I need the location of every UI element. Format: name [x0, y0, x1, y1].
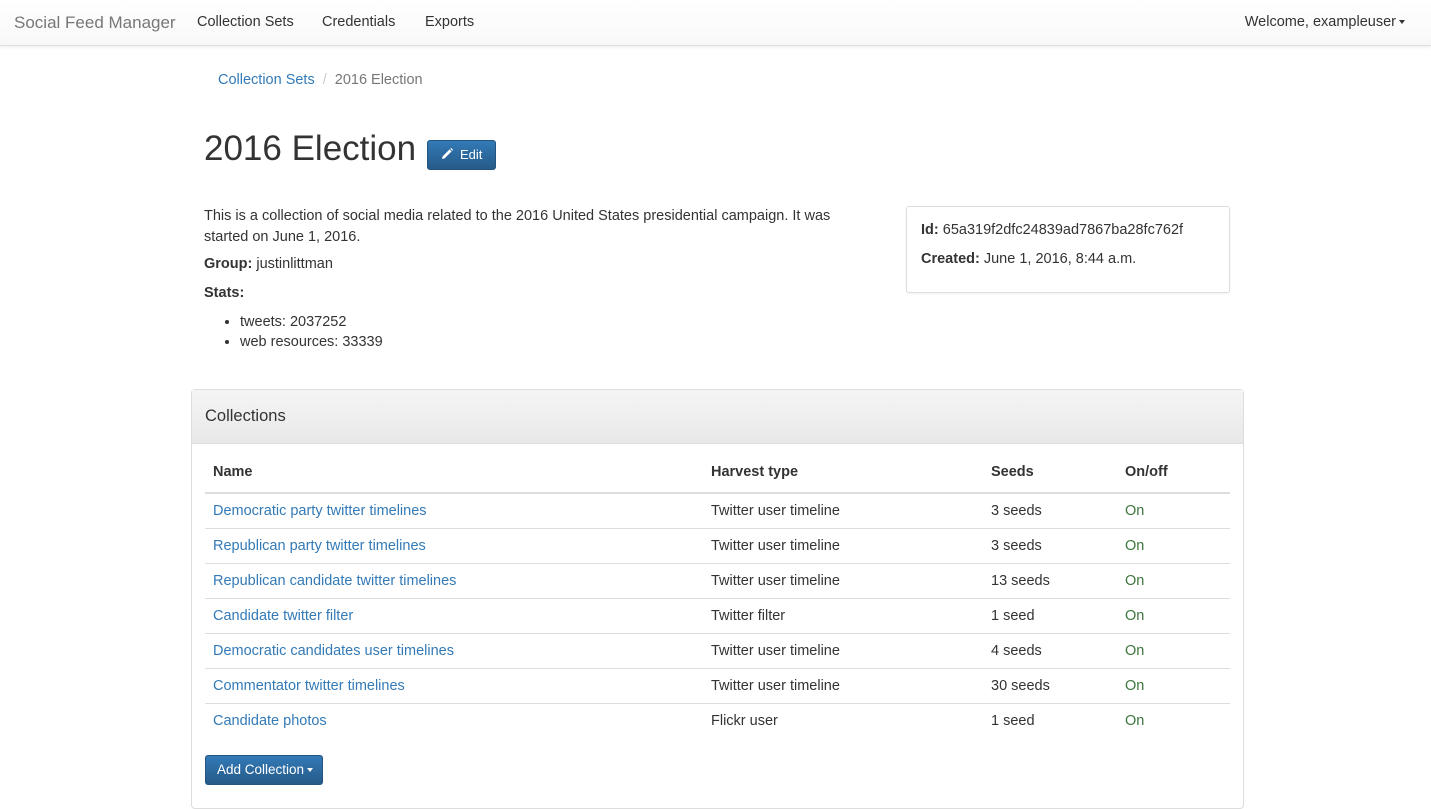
edit-button[interactable]: Edit — [427, 140, 496, 170]
cell-harvest-type: Twitter user timeline — [703, 632, 983, 668]
cell-harvest-type: Twitter filter — [703, 597, 983, 633]
cell-status: On — [1117, 527, 1230, 563]
stat-item: tweets: 2037252 — [240, 312, 383, 332]
collection-link[interactable]: Candidate photos — [213, 713, 327, 729]
table-row: Candidate twitter filter Twitter filter … — [205, 597, 1230, 633]
cell-seeds: 4 seeds — [983, 632, 1117, 668]
cell-status: On — [1125, 502, 1145, 519]
group-line: Group: justinlittman — [204, 256, 333, 272]
collection-link[interactable]: Candidate twitter filter — [213, 608, 353, 624]
stat-item: web resources: 33339 — [240, 332, 383, 352]
cell-name: Candidate photos — [205, 702, 703, 738]
cell-harvest-type: Twitter user timeline — [711, 502, 840, 519]
id-row: Id: 65a319f2dfc24839ad7867ba28fc762f — [921, 222, 1215, 251]
cell-name: Republican candidate twitter timelines — [205, 562, 703, 598]
cell-seeds: 1 seed — [983, 702, 1117, 738]
stats-list: tweets: 2037252 web resources: 33339 — [204, 312, 383, 352]
col-header-on-off: On/off — [1117, 462, 1230, 494]
collection-link[interactable]: Commentator twitter timelines — [213, 678, 405, 694]
collection-link[interactable]: Democratic party twitter timelines — [213, 503, 427, 519]
cell-seeds: 3 seeds — [983, 527, 1117, 563]
edit-label: Edit — [460, 147, 483, 162]
nav-exports[interactable]: Exports — [425, 14, 474, 30]
cell-seeds: 13 seeds — [983, 562, 1117, 598]
brand-link[interactable]: Social Feed Manager — [14, 13, 176, 33]
collection-link[interactable]: Democratic candidates user timelines — [213, 643, 454, 659]
user-menu-dropdown[interactable]: Welcome, exampleuser — [1245, 14, 1405, 30]
cell-harvest-type: Twitter user timeline — [703, 562, 983, 598]
cell-harvest-type: Twitter user timeline — [703, 667, 983, 703]
id-value: 65a319f2dfc24839ad7867ba28fc762f — [942, 222, 1184, 238]
collections-table: Name Harvest type Seeds On/off Democrati… — [205, 462, 1230, 738]
table-row: Republican candidate twitter timelines T… — [205, 562, 1230, 598]
collections-panel: Collections Name Harvest type Seeds On/o… — [191, 389, 1244, 809]
col-header-harvest-type: Harvest type — [703, 462, 983, 494]
cell-harvest-type: Twitter user timeline — [703, 527, 983, 563]
table-row: Democratic candidates user timelines Twi… — [205, 632, 1230, 668]
cell-name: Candidate twitter filter — [205, 597, 703, 633]
cell-name: Democratic candidates user timelines — [205, 632, 703, 668]
pencil-icon — [442, 147, 454, 159]
breadcrumb: Collection Sets / 2016 Election — [218, 72, 423, 88]
caret-down-icon — [1399, 20, 1405, 25]
cell-status: On — [1117, 632, 1230, 668]
welcome-label: Welcome, exampleuser — [1244, 14, 1396, 30]
cell-seeds: 1 seed — [983, 597, 1117, 633]
cell-name: Commentator twitter timelines — [205, 667, 703, 703]
table-row: Commentator twitter timelines Twitter us… — [205, 667, 1230, 703]
collection-link[interactable]: Republican candidate twitter timelines — [213, 573, 456, 589]
collection-link[interactable]: Republican party twitter timelines — [213, 538, 426, 554]
collections-heading: Collections — [192, 390, 1243, 444]
col-header-name: Name — [205, 462, 703, 494]
table-row: Candidate photos Flickr user 1 seed On — [205, 702, 1230, 738]
id-label: Id: — [921, 222, 939, 238]
add-collection-button[interactable]: Add Collection — [205, 755, 323, 785]
breadcrumb-current: 2016 Election — [334, 72, 423, 88]
cell-status: On — [1117, 597, 1230, 633]
table-row: Republican party twitter timelines Twitt… — [205, 527, 1230, 563]
stats-label: Stats: — [204, 285, 245, 301]
breadcrumb-separator: / — [322, 72, 327, 88]
col-header-seeds: Seeds — [983, 462, 1117, 494]
cell-status: On — [1117, 702, 1230, 738]
caret-down-icon — [307, 768, 314, 773]
created-value: June 1, 2016, 8:44 a.m. — [983, 251, 1137, 267]
group-value: justinlittman — [256, 256, 333, 272]
info-well: Id: 65a319f2dfc24839ad7867ba28fc762f Cre… — [906, 206, 1230, 293]
cell-status: On — [1117, 562, 1230, 598]
nav-collection-sets[interactable]: Collection Sets — [197, 14, 294, 30]
created-row: Created: June 1, 2016, 8:44 a.m. — [921, 251, 1215, 280]
collection-set-description: This is a collection of social media rel… — [204, 208, 831, 245]
top-navbar: Social Feed Manager Collection Sets Cred… — [0, 0, 1431, 46]
nav-credentials[interactable]: Credentials — [322, 14, 395, 30]
cell-status: On — [1117, 667, 1230, 703]
group-label: Group: — [204, 256, 253, 272]
cell-seeds: 30 seeds — [983, 667, 1117, 703]
breadcrumb-collection-sets[interactable]: Collection Sets — [218, 72, 315, 88]
add-collection-label: Add Collection — [217, 762, 305, 777]
stats-heading: Stats: — [204, 285, 244, 301]
page-title: 2016 Election — [204, 129, 417, 168]
cell-harvest-type: Flickr user — [703, 702, 983, 738]
cell-seeds: 3 seeds — [991, 502, 1042, 519]
created-label: Created: — [921, 251, 980, 267]
table-row: Democratic party twitter timelines Twitt… — [205, 493, 1230, 528]
cell-name: Democratic party twitter timelines — [205, 493, 703, 528]
cell-name: Republican party twitter timelines — [205, 527, 703, 563]
table-header-row: Name Harvest type Seeds On/off — [205, 462, 1230, 494]
